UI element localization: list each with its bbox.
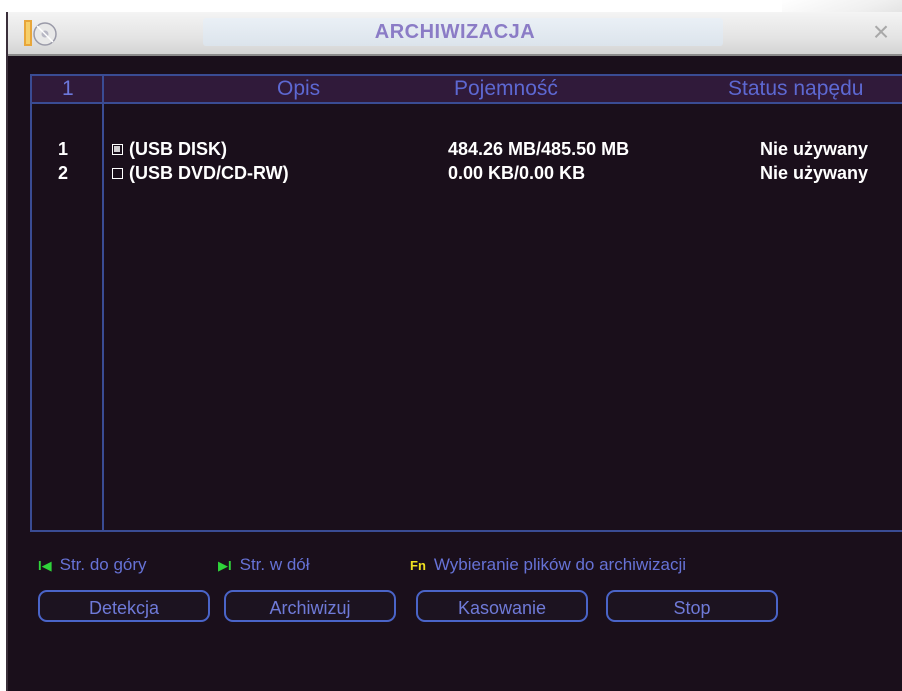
fn-key-icon: Fn (410, 558, 426, 573)
archive-button[interactable]: Archiwizuj (224, 590, 396, 622)
drive-checkbox[interactable] (112, 168, 123, 179)
column-header-description[interactable]: Opis (277, 78, 320, 100)
row-status: Nie używany (760, 139, 869, 159)
hint-fn[interactable]: Fn Wybieranie plików do archiwizacji (410, 554, 686, 577)
table-row[interactable]: 2 (USB DVD/CD-RW) 0.00 KB/0.00 KB Nie uż… (32, 162, 902, 184)
close-icon[interactable]: × (866, 17, 896, 47)
hint-page-down-label: Str. w dół (239, 555, 310, 574)
column-header-capacity[interactable]: Pojemność (454, 78, 558, 100)
erase-button[interactable]: Kasowanie (416, 590, 588, 622)
row-description: (USB DVD/CD-RW) (112, 162, 289, 184)
window-title: ARCHIWIZACJA (374, 21, 536, 43)
drive-name: (USB DVD/CD-RW) (129, 163, 289, 183)
stop-button[interactable]: Stop (606, 590, 778, 622)
drive-table: 1 Opis Pojemność Status napędu 1 (USB DI… (30, 74, 902, 532)
drive-checkbox[interactable] (112, 144, 123, 155)
row-index: 2 (58, 163, 69, 183)
column-header-status[interactable]: Status napędu (728, 78, 863, 100)
row-index: 1 (58, 139, 69, 159)
row-status: Nie używany (760, 163, 869, 183)
hint-page-up[interactable]: I◀ Str. do góry (38, 554, 147, 577)
archive-dialog: ARCHIWIZACJA × 1 Opis Pojemność Status n… (6, 12, 902, 691)
hint-page-down[interactable]: ▶I Str. w dół (218, 554, 310, 577)
table-header: 1 Opis Pojemność Status napędu (32, 76, 902, 104)
table-row[interactable]: 1 (USB DISK) 484.26 MB/485.50 MB Nie uży… (32, 138, 902, 160)
hint-page-up-label: Str. do góry (59, 555, 147, 574)
row-capacity: 0.00 KB/0.00 KB (448, 163, 586, 183)
title-bar: ARCHIWIZACJA × (8, 12, 902, 56)
row-capacity: 484.26 MB/485.50 MB (448, 139, 630, 159)
key-hints: I◀ Str. do góry ▶I Str. w dół Fn Wybieranie… (38, 554, 898, 576)
page-up-icon: I◀ (38, 558, 52, 573)
drive-name: (USB DISK) (129, 139, 227, 159)
hint-fn-label: Wybieranie plików do archiwizacji (433, 555, 687, 574)
detect-button[interactable]: Detekcja (38, 590, 210, 622)
page-down-icon: ▶I (218, 558, 232, 573)
row-description: (USB DISK) (112, 138, 227, 160)
column-header-index[interactable]: 1 (62, 78, 74, 100)
